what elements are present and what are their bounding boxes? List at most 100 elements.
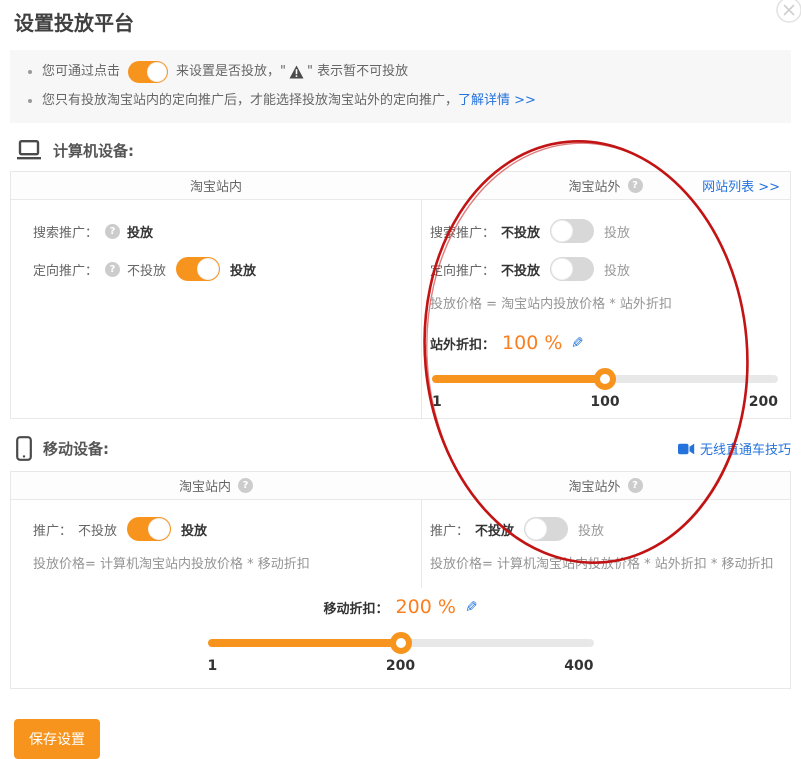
note1-post: " 表示暂不可投放: [307, 61, 408, 83]
target-off-label: 不投放: [127, 260, 166, 279]
help-icon[interactable]: ?: [105, 262, 120, 277]
slider-min-label: 1: [432, 394, 442, 410]
search-promo-value: 投放: [127, 222, 153, 241]
set-platform-dialog: 设置投放平台 您可通过点击 来设置是否投放，" " 表示暂不可投放 您只有投放淘…: [0, 0, 801, 711]
computer-onsite-target-toggle[interactable]: [176, 257, 220, 281]
note2-text: 您只有投放淘宝站内的定向推广后，才能选择投放淘宝站外的定向推广，: [42, 90, 458, 112]
mobile-discount-slider[interactable]: [208, 633, 594, 653]
offsite-discount-slider[interactable]: [432, 369, 778, 389]
offsite-price-formula: 投放价格 = 淘宝站内投放价格 * 站外折扣: [430, 296, 780, 314]
slider-knob[interactable]: [390, 632, 412, 654]
computer-offsite-target-row: 定向推广： 不投放 投放: [430, 256, 780, 282]
page-title: 设置投放平台: [14, 8, 791, 38]
mobile-offsite-header: 淘宝站外 ?: [421, 472, 790, 499]
computer-offsite-search-toggle[interactable]: [550, 219, 594, 243]
slider-mid-label: 200: [386, 658, 415, 674]
mobile-offsite-formula: 投放价格= 计算机淘宝站内投放价格 * 站外折扣 * 移动折扣: [430, 556, 780, 574]
target-promo-label: 定向推广：: [430, 260, 495, 279]
mobile-offsite-promo-row: 推广： 不投放 投放: [430, 516, 780, 542]
computer-table: 淘宝站内 淘宝站外 ? 网站列表 >> 搜索推广： ? 投放 定向推广： ?: [10, 171, 791, 419]
search-off-label: 不投放: [501, 222, 540, 241]
edit-pencil-icon[interactable]: ✎: [465, 600, 478, 615]
promo-on-label: 投放: [181, 520, 207, 539]
note1-mid: 来设置是否投放，": [176, 61, 286, 83]
mobile-offsite-cell: 推广： 不投放 投放 投放价格= 计算机淘宝站内投放价格 * 站外折扣 * 移动…: [421, 500, 790, 588]
mobile-offsite-header-label: 淘宝站外: [568, 476, 620, 495]
slider-min-label: 1: [208, 658, 218, 674]
computer-onsite-header: 淘宝站内: [11, 172, 421, 199]
mobile-table-body: 推广： 不投放 投放 投放价格= 计算机淘宝站内投放价格 * 移动折扣 推广： …: [11, 500, 790, 588]
slider-knob[interactable]: [594, 368, 616, 390]
mobile-onsite-formula: 投放价格= 计算机淘宝站内投放价格 * 移动折扣: [33, 556, 421, 574]
bullet-icon: [28, 70, 32, 74]
computer-offsite-header: 淘宝站外 ? 网站列表 >>: [421, 172, 790, 199]
mobile-discount-block: 移动折扣： 200 % ✎ 1 200 400: [11, 588, 790, 688]
computer-section-title: 计算机设备:: [53, 140, 134, 161]
close-icon[interactable]: [774, 0, 801, 25]
notes-panel: 您可通过点击 来设置是否投放，" " 表示暂不可投放 您只有投放淘宝站内的定向推…: [10, 50, 791, 123]
promo-off-label: 不投放: [475, 520, 514, 539]
mobile-table: 淘宝站内 ? 淘宝站外 ? 推广： 不投放 投放 投放价格= 计算机淘宝站内投放…: [10, 471, 791, 689]
search-promo-label: 搜索推广：: [33, 222, 98, 241]
computer-table-body: 搜索推广： ? 投放 定向推广： ? 不投放 投放 搜索推广： 不投放 投放: [11, 200, 790, 418]
learn-more-link[interactable]: 了解详情 >>: [458, 90, 536, 112]
mobile-phone-icon: [16, 436, 32, 461]
search-promo-label: 搜索推广：: [430, 222, 495, 241]
computer-onsite-search-row: 搜索推广： ? 投放: [33, 218, 421, 244]
computer-offsite-header-label: 淘宝站外: [568, 176, 620, 195]
mobile-onsite-toggle[interactable]: [127, 517, 171, 541]
promo-off-label: 不投放: [78, 520, 117, 539]
edit-pencil-icon[interactable]: ✎: [571, 336, 584, 351]
mobile-offsite-toggle[interactable]: [524, 517, 568, 541]
offsite-slider-labels: 1 100 200: [432, 394, 778, 412]
wireless-tips-link[interactable]: 无线直通车技巧: [700, 439, 791, 458]
help-icon[interactable]: ?: [105, 224, 120, 239]
computer-section-head: 计算机设备:: [16, 140, 791, 161]
mobile-slider-labels: 1 200 400: [208, 658, 594, 676]
slider-max-label: 400: [564, 658, 593, 674]
mobile-table-header: 淘宝站内 ? 淘宝站外 ?: [11, 472, 790, 500]
promo-on-label: 投放: [578, 520, 604, 539]
note-line-1: 您可通过点击 来设置是否投放，" " 表示暂不可投放: [26, 61, 775, 83]
slider-fill: [432, 375, 605, 383]
mobile-section-head: 移动设备: 无线直通车技巧: [16, 436, 791, 461]
toggle-example-icon: [128, 61, 168, 83]
promo-label: 推广：: [33, 520, 72, 539]
help-icon[interactable]: ?: [238, 478, 253, 493]
mobile-discount-row: 移动折扣： 200 % ✎: [11, 594, 790, 620]
computer-onsite-header-label: 淘宝站内: [190, 176, 242, 195]
mobile-onsite-header-label: 淘宝站内: [179, 476, 231, 495]
note-line-2: 您只有投放淘宝站内的定向推广后，才能选择投放淘宝站外的定向推广， 了解详情 >>: [26, 90, 775, 112]
offsite-discount-label: 站外折扣：: [430, 334, 495, 353]
mobile-onsite-promo-row: 推广： 不投放 投放: [33, 516, 421, 542]
computer-onsite-cell: 搜索推广： ? 投放 定向推广： ? 不投放 投放: [11, 200, 421, 418]
mobile-onsite-cell: 推广： 不投放 投放 投放价格= 计算机淘宝站内投放价格 * 移动折扣: [11, 500, 421, 588]
slider-mid-label: 100: [590, 394, 619, 410]
warning-triangle-icon: [289, 65, 304, 79]
mobile-section-title: 移动设备:: [43, 438, 109, 459]
target-on-label: 投放: [230, 260, 256, 279]
note1-pre: 您可通过点击: [42, 61, 120, 83]
save-settings-button[interactable]: 保存设置: [14, 719, 100, 759]
mobile-onsite-header: 淘宝站内 ?: [11, 472, 421, 499]
target-promo-label: 定向推广：: [33, 260, 98, 279]
computer-offsite-cell: 搜索推广： 不投放 投放 定向推广： 不投放 投放 投放价格 = 淘宝站内投放价…: [421, 200, 790, 418]
search-on-label: 投放: [604, 222, 630, 241]
computer-offsite-target-toggle[interactable]: [550, 257, 594, 281]
mobile-discount-label: 移动折扣：: [324, 598, 389, 617]
computer-icon: [16, 140, 42, 161]
offsite-discount-row: 站外折扣： 100 % ✎: [430, 330, 780, 356]
video-icon: [678, 443, 695, 455]
computer-table-header: 淘宝站内 淘宝站外 ? 网站列表 >>: [11, 172, 790, 200]
target-off-label: 不投放: [501, 260, 540, 279]
slider-fill: [208, 639, 401, 647]
bullet-icon: [28, 99, 32, 103]
help-icon[interactable]: ?: [628, 478, 643, 493]
computer-onsite-target-row: 定向推广： ? 不投放 投放: [33, 256, 421, 282]
computer-offsite-search-row: 搜索推广： 不投放 投放: [430, 218, 780, 244]
site-list-link[interactable]: 网站列表 >>: [702, 176, 780, 195]
mobile-discount-value: 200 %: [396, 596, 456, 618]
help-icon[interactable]: ?: [628, 178, 643, 193]
slider-max-label: 200: [749, 394, 778, 410]
promo-label: 推广：: [430, 520, 469, 539]
